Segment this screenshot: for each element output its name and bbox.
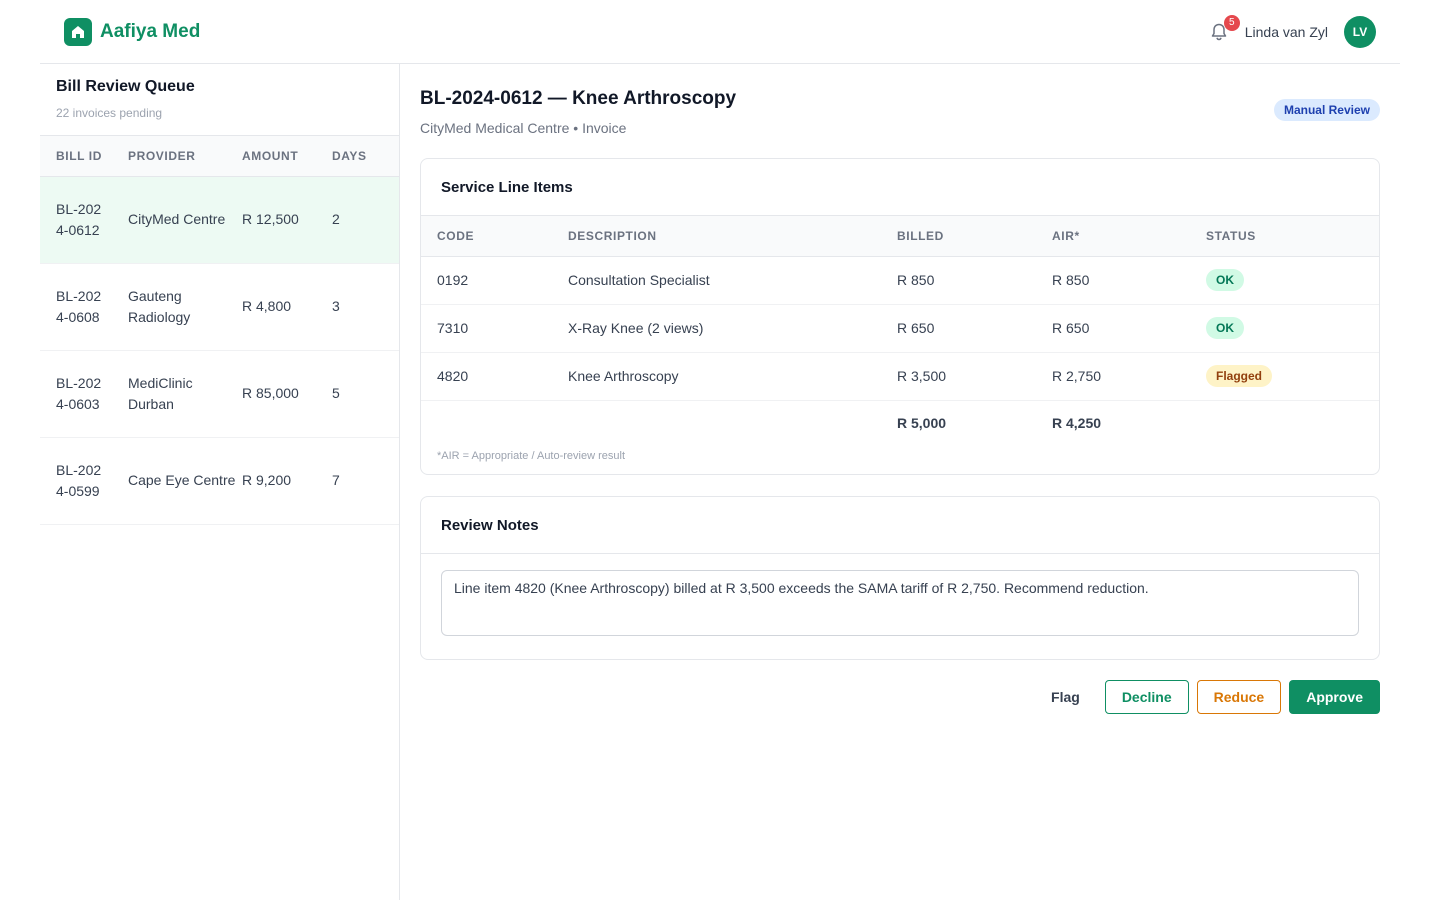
line-items-table: CODE DESCRIPTION BILLED AIR* STATUS 0192…	[421, 216, 1379, 446]
queue-header-row: BILL ID PROVIDER AMOUNT DAYS	[40, 136, 399, 177]
top-bar: Aafiya Med 5 Linda van Zyl LV	[40, 0, 1400, 64]
air-amount: R 2,750	[1052, 352, 1206, 401]
totals-spacer	[421, 400, 568, 446]
column-header-provider[interactable]: PROVIDER	[128, 136, 242, 177]
provider: CityMed Centre	[128, 176, 242, 264]
days: 3	[332, 263, 399, 351]
billed-amount: R 850	[897, 256, 1052, 305]
column-header-air: AIR*	[1052, 216, 1206, 257]
notification-count-badge: 5	[1223, 14, 1240, 31]
queue-row-selected[interactable]: BL-2024-0612 CityMed Centre R 12,500 2	[40, 176, 399, 264]
amount: R 85,000	[242, 350, 332, 438]
decline-button[interactable]: Decline	[1104, 680, 1189, 714]
queue-table: BILL ID PROVIDER AMOUNT DAYS BL-2024-061…	[40, 136, 399, 525]
air-footnote: *AIR = Appropriate / Auto-review result	[437, 450, 626, 462]
air-amount: R 850	[1052, 256, 1206, 305]
queue-subtitle: 22 invoices pending	[56, 106, 163, 120]
bill-subtitle: CityMed Medical Centre • Invoice	[420, 120, 627, 136]
description: Knee Arthroscopy	[568, 352, 897, 401]
bill-id-text: BL-2024-0608	[56, 287, 102, 325]
flag-button[interactable]: Flag	[1034, 680, 1097, 714]
bill-id: BL-2024-0603	[40, 350, 128, 438]
bill-id-text: BL-2024-0612	[56, 200, 102, 238]
approve-button[interactable]: Approve	[1289, 680, 1380, 714]
total-air: R 4,250	[1052, 415, 1102, 432]
queue-header: Bill Review Queue 22 invoices pending	[40, 64, 399, 136]
total-billed: R 5,000	[897, 415, 947, 432]
queue-row[interactable]: BL-2024-0599 Cape Eye Centre R 9,200 7	[40, 437, 399, 525]
column-header-billed: BILLED	[897, 216, 1052, 257]
days: 7	[332, 437, 399, 525]
line-items-title: Service Line Items	[421, 159, 1379, 216]
user-name: Linda van Zyl	[1244, 23, 1328, 40]
bill-id: BL-2024-0612	[40, 176, 128, 264]
avatar[interactable]: LV	[1344, 15, 1376, 48]
amount: R 4,800	[242, 263, 332, 351]
status-badge: OK	[1206, 317, 1244, 339]
column-header-description: DESCRIPTION	[568, 216, 897, 257]
table-row: 7310 X-Ray Knee (2 views) R 650 R 650 OK	[421, 304, 1379, 353]
amount: R 9,200	[242, 437, 332, 525]
code: 7310	[421, 304, 568, 353]
status-badge: OK	[1206, 269, 1244, 291]
table-row: 0192 Consultation Specialist R 850 R 850…	[421, 256, 1379, 305]
provider: Gauteng Radiology	[128, 263, 242, 351]
user-area: 5 Linda van Zyl LV	[1207, 14, 1376, 48]
home-icon	[64, 17, 92, 46]
column-header-code: CODE	[421, 216, 568, 257]
column-header-days[interactable]: DAYS	[332, 136, 399, 177]
status-badge: Flagged	[1206, 365, 1273, 387]
review-status-badge: Manual Review	[1273, 99, 1380, 121]
code: 0192	[421, 256, 568, 305]
column-header-amount[interactable]: AMOUNT	[242, 136, 332, 177]
bill-queue-panel: Bill Review Queue 22 invoices pending BI…	[40, 64, 400, 900]
status: Flagged	[1206, 352, 1379, 401]
app-name: Aafiya Med	[100, 20, 201, 42]
bill-title: BL-2024-0612 — Knee Arthroscopy	[420, 88, 737, 109]
line-items-card: Service Line Items CODE DESCRIPTION BILL…	[420, 158, 1380, 475]
days: 2	[332, 176, 399, 264]
reduce-button[interactable]: Reduce	[1196, 680, 1282, 714]
code: 4820	[421, 352, 568, 401]
totals-spacer	[568, 400, 897, 446]
bill-id: BL-2024-0599	[40, 437, 128, 525]
provider: MediClinic Durban	[128, 350, 242, 438]
queue-row[interactable]: BL-2024-0603 MediClinic Durban R 85,000 …	[40, 350, 399, 438]
status: OK	[1206, 256, 1379, 305]
billed-amount: R 650	[897, 304, 1052, 353]
bill-id-text: BL-2024-0599	[56, 461, 102, 499]
provider: Cape Eye Centre	[128, 437, 242, 525]
review-notes-title: Review Notes	[421, 497, 1379, 554]
description: X-Ray Knee (2 views)	[568, 304, 897, 353]
totals-row: R 5,000 R 4,250	[421, 400, 1379, 446]
bill-id: BL-2024-0608	[40, 263, 128, 351]
queue-row[interactable]: BL-2024-0608 Gauteng Radiology R 4,800 3	[40, 263, 399, 351]
review-notes-card: Review Notes Line item 4820 (Knee Arthro…	[420, 496, 1380, 660]
days: 5	[332, 350, 399, 438]
column-header-status: STATUS	[1206, 216, 1379, 257]
notification-button[interactable]: 5	[1207, 14, 1240, 44]
action-bar: Flag Decline Reduce Approve	[1034, 680, 1380, 714]
bill-id-text: BL-2024-0603	[56, 374, 102, 412]
amount: R 12,500	[242, 176, 332, 264]
status: OK	[1206, 304, 1379, 353]
brand[interactable]: Aafiya Med	[64, 17, 201, 46]
column-header-bill-id[interactable]: BILL ID	[40, 136, 128, 177]
air-amount: R 650	[1052, 304, 1206, 353]
billed-amount: R 3,500	[897, 352, 1052, 401]
review-notes-textarea[interactable]: Line item 4820 (Knee Arthroscopy) billed…	[441, 570, 1359, 636]
description: Consultation Specialist	[568, 256, 897, 305]
line-items-header-row: CODE DESCRIPTION BILLED AIR* STATUS	[421, 216, 1379, 257]
totals-spacer	[1206, 400, 1379, 446]
table-row: 4820 Knee Arthroscopy R 3,500 R 2,750 Fl…	[421, 352, 1379, 401]
queue-title: Bill Review Queue	[56, 78, 195, 95]
